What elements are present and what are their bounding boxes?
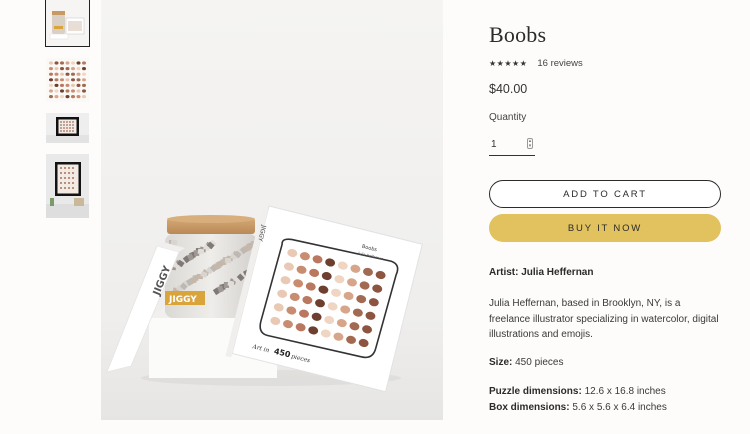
thumbnail-4-image <box>46 154 89 218</box>
product-description: Julia Heffernan, based in Brooklyn, NY, … <box>489 298 719 340</box>
quantity-input[interactable]: 1 ▴ ▾ <box>489 134 535 156</box>
quantity-value[interactable]: 1 <box>489 139 497 150</box>
puzzle-dimensions-label: Puzzle dimensions: <box>489 386 582 397</box>
product-price: $40.00 <box>489 82 528 96</box>
product-title: Boobs <box>489 22 547 47</box>
quantity-stepper-icon[interactable]: ▴ ▾ <box>527 138 533 149</box>
main-product-image[interactable]: JIGGY JIGGY Boobs Julia Heffernan Art in… <box>101 0 443 420</box>
artist-line: Artist: Julia Heffernan <box>489 267 593 278</box>
size-spec: Size: 450 pieces <box>489 357 564 368</box>
size-label: Size: <box>489 357 513 368</box>
artist-name: Julia Heffernan <box>521 267 594 278</box>
box-dimensions-value: 5.6 x 5.6 x 6.4 inches <box>572 402 667 413</box>
rating-row[interactable]: ★★★★★ 16 reviews <box>489 58 583 69</box>
artist-label: Artist: <box>489 267 519 278</box>
quantity-label: Quantity <box>489 112 527 123</box>
puzzle-dimensions-value: 12.6 x 16.8 inches <box>584 386 666 397</box>
reviews-link[interactable]: 16 reviews <box>537 58 582 69</box>
product-photo: JIGGY JIGGY Boobs Julia Heffernan Art in… <box>101 0 443 420</box>
thumbnail-1-image <box>46 0 89 46</box>
star-rating-icon: ★★★★★ <box>489 59 528 68</box>
puzzle-dimensions-spec: Puzzle dimensions: 12.6 x 16.8 inches <box>489 386 666 397</box>
box-dimensions-label: Box dimensions: <box>489 402 570 413</box>
jar-brand-text: JIGGY <box>168 295 197 305</box>
thumbnail-3-image <box>46 113 89 143</box>
box-dimensions-spec: Box dimensions: 5.6 x 5.6 x 6.4 inches <box>489 402 667 413</box>
add-to-cart-button[interactable]: ADD TO CART <box>489 180 721 208</box>
buy-now-button[interactable]: BUY IT NOW <box>489 214 721 242</box>
thumbnail-2-image <box>46 58 89 102</box>
size-value: 450 pieces <box>515 357 564 368</box>
thumbnail-4[interactable] <box>46 154 89 218</box>
thumbnail-1[interactable] <box>45 0 90 47</box>
thumbnail-2[interactable] <box>46 58 89 102</box>
thumbnail-3[interactable] <box>46 113 89 143</box>
